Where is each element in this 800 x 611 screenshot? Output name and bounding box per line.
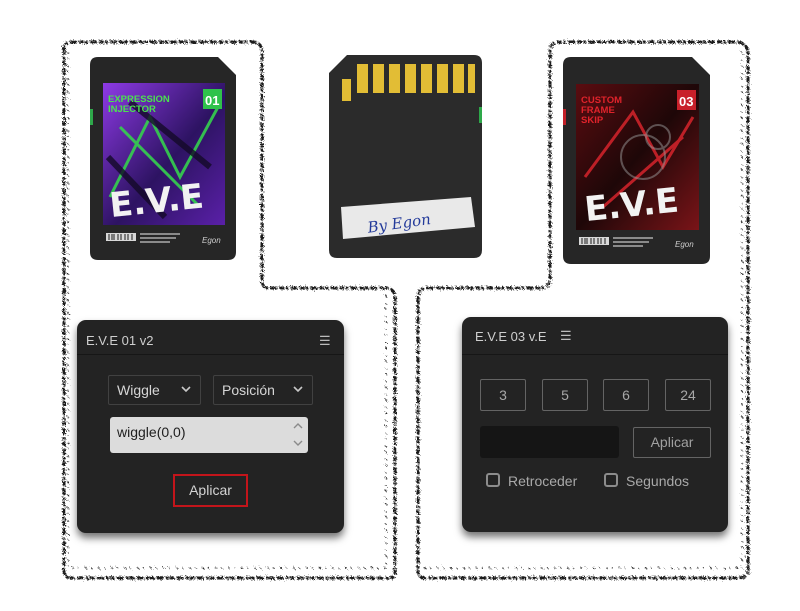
- frame-skip-24-button[interactable]: 24: [665, 379, 711, 411]
- sd-card-back: By Egon: [329, 55, 482, 258]
- seconds-label: Segundos: [626, 473, 690, 489]
- card-3-number: 03: [679, 94, 693, 109]
- sd-card-expression-injector: EXPRESSION INJECTOR 01 E.V.E Egon: [90, 57, 236, 260]
- expression-value: wiggle(0,0): [117, 424, 186, 440]
- frame-skip-6-button[interactable]: 6: [603, 379, 649, 411]
- reverse-label: Retroceder: [508, 473, 578, 489]
- sd-card-custom-frame-skip: CUSTOM FRAME SKIP 03 E.V.E Egon: [563, 57, 710, 264]
- panel-eve-03: E.V.E 03 v.E ☰: [462, 317, 728, 532]
- chevron-down-icon: [293, 386, 303, 393]
- card-1-number: 01: [205, 93, 219, 108]
- reverse-checkbox[interactable]: [486, 473, 500, 487]
- scroll-up-icon[interactable]: [292, 420, 304, 432]
- expression-textarea[interactable]: wiggle(0,0): [110, 417, 308, 453]
- frame-skip-5-button[interactable]: 5: [542, 379, 588, 411]
- hamburger-menu-icon[interactable]: ☰: [319, 333, 331, 349]
- panel-1-title: E.V.E 01 v2: [86, 333, 154, 348]
- card-1-tag-line-2: INJECTOR: [108, 104, 156, 115]
- svg-text:Egon: Egon: [675, 240, 694, 249]
- effect-dropdown-value: Wiggle: [117, 382, 160, 398]
- effect-dropdown[interactable]: Wiggle: [108, 375, 201, 405]
- panel-2-title: E.V.E 03 v.E: [475, 329, 547, 344]
- apply-expression-button[interactable]: Aplicar: [173, 474, 248, 507]
- scroll-down-icon[interactable]: [292, 437, 304, 449]
- card-3-tag-line-3: SKIP: [581, 115, 604, 126]
- frame-skip-3-button[interactable]: 3: [480, 379, 526, 411]
- hamburger-menu-icon[interactable]: ☰: [560, 328, 572, 344]
- seconds-checkbox[interactable]: [604, 473, 618, 487]
- svg-text:Egon: Egon: [202, 236, 221, 245]
- property-dropdown[interactable]: Posición: [213, 375, 313, 405]
- property-dropdown-value: Posición: [222, 382, 275, 398]
- custom-frames-input[interactable]: [480, 426, 619, 458]
- chevron-down-icon: [181, 386, 191, 393]
- apply-frame-skip-button[interactable]: Aplicar: [633, 427, 711, 458]
